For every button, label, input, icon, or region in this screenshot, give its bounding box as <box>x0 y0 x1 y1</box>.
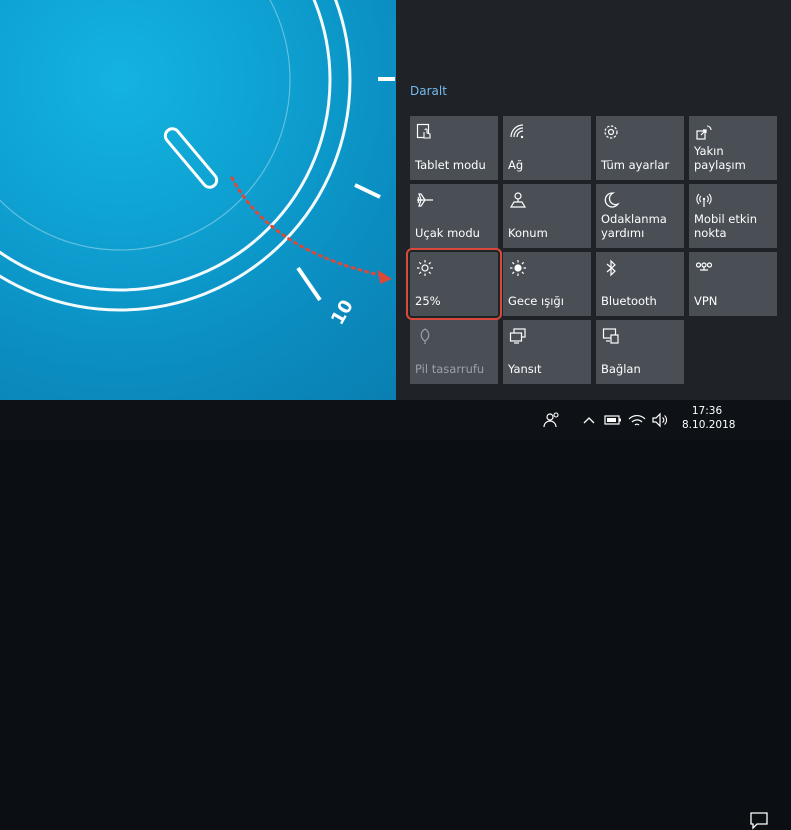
tile-network[interactable]: Ağ <box>503 116 591 180</box>
gear-icon <box>604 125 618 139</box>
tile-label: Yansıt <box>508 362 542 376</box>
tile-label: Tablet modu <box>415 158 486 172</box>
tile-vpn[interactable]: VPN <box>689 252 777 316</box>
tile-bluetooth[interactable]: Bluetooth <box>596 252 684 316</box>
clock-time: 17:36 <box>691 405 723 417</box>
tile-label: Odaklanma yardımı <box>601 212 667 240</box>
clock-date: 8.10.2018 <box>682 419 736 431</box>
tile-nearby-share[interactable]: Yakın paylaşım <box>689 116 777 180</box>
battery-icon[interactable] <box>604 411 622 429</box>
volume-icon[interactable] <box>651 411 669 429</box>
chevron-up-icon[interactable] <box>580 411 598 429</box>
tile-label: Yakın paylaşım <box>694 144 746 172</box>
tile-label: Gece ışığı <box>508 294 564 308</box>
tile-connect[interactable]: Bağlan <box>596 320 684 384</box>
tile-mobile-hotspot[interactable]: Mobil etkin nokta <box>689 184 777 248</box>
tile-label: Uçak modu <box>415 226 480 240</box>
tile-label: Bağlan <box>601 362 641 376</box>
moon-icon <box>604 192 620 208</box>
tile-project[interactable]: Yansıt <box>503 320 591 384</box>
brightness-icon <box>417 260 433 276</box>
collapse-link[interactable]: Daralt <box>410 84 447 98</box>
tile-focus-assist[interactable]: Odaklanma yardımı <box>596 184 684 248</box>
tile-airplane-mode[interactable]: Uçak modu <box>410 184 498 248</box>
dial-graphic <box>0 0 395 312</box>
night-light-icon <box>510 260 526 276</box>
tile-label: Tüm ayarlar <box>601 158 670 172</box>
network-icon <box>510 124 524 139</box>
battery-saver-icon <box>420 328 430 344</box>
notifications-icon[interactable] <box>748 810 770 830</box>
tile-label: VPN <box>694 294 718 308</box>
wifi-icon[interactable] <box>628 411 646 429</box>
vpn-icon <box>695 262 713 271</box>
tile-all-settings[interactable]: Tüm ayarlar <box>596 116 684 180</box>
hotspot-icon <box>696 193 712 207</box>
location-icon <box>509 192 527 208</box>
tile-brightness[interactable]: 25% <box>406 248 502 320</box>
tile-night-light[interactable]: Gece ışığı <box>503 252 591 316</box>
taskbar-clock[interactable]: 17:36 8.10.2018 <box>682 404 736 432</box>
tile-label: Pil tasarrufu <box>415 362 485 376</box>
action-center: Daralt Tablet modu Ağ Tüm ayarlar Yakın … <box>396 0 791 400</box>
tile-battery-saver[interactable]: Pil tasarrufu <box>410 320 498 384</box>
tile-location[interactable]: Konum <box>503 184 591 248</box>
tile-tablet-mode[interactable]: Tablet modu <box>410 116 498 180</box>
tile-label: 25% <box>415 294 441 308</box>
taskbar <box>0 400 791 830</box>
bluetooth-icon <box>606 259 616 277</box>
people-icon[interactable] <box>543 411 561 429</box>
tile-label: Bluetooth <box>601 294 657 308</box>
desktop-wallpaper: 10 <box>0 0 396 400</box>
connect-icon <box>602 328 619 344</box>
nearby-share-icon <box>696 125 712 140</box>
tablet-mode-icon <box>416 123 431 139</box>
project-icon <box>509 328 526 344</box>
airplane-icon <box>417 193 433 207</box>
tile-label: Mobil etkin nokta <box>694 212 758 240</box>
tile-label: Ağ <box>508 158 524 172</box>
tile-label: Konum <box>508 226 548 240</box>
